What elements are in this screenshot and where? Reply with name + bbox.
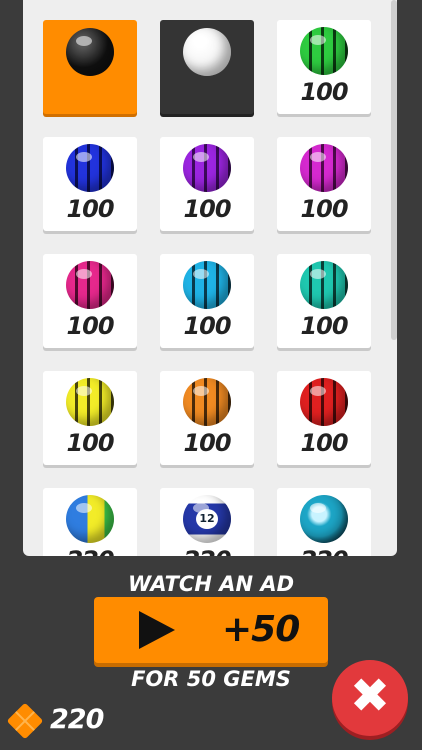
price-label: 220 — [43, 546, 137, 556]
ball-item-magenta-striped-ball[interactable]: 100 — [277, 137, 371, 231]
close-icon: ✖ — [349, 668, 391, 724]
ball-item-cyan-striped-ball[interactable]: 100 — [160, 254, 254, 348]
scrollbar[interactable] — [391, 0, 397, 340]
price-label: 220 — [277, 546, 371, 556]
pink-striped-ball-icon — [66, 261, 114, 309]
red-striped-ball-icon — [300, 378, 348, 426]
ball-item-beach-ball[interactable]: 220 — [43, 488, 137, 556]
ball-item-orange-striped-ball[interactable]: 100 — [160, 371, 254, 465]
ball-grid: 100 100 100 100 100 100 100 100 100 100 220 12 220 22… — [43, 20, 371, 556]
shop-panel: 100 100 100 100 100 100 100 100 100 100 220 12 220 22… — [23, 0, 397, 556]
watch-ad-button[interactable]: +50 — [94, 597, 328, 663]
orange-striped-ball-icon — [183, 378, 231, 426]
white-ball-icon — [183, 28, 231, 76]
magenta-striped-ball-icon — [300, 144, 348, 192]
black-ball-icon — [66, 28, 114, 76]
price-label: 100 — [183, 429, 231, 457]
price-label: 100 — [300, 195, 348, 223]
green-striped-ball-icon — [300, 27, 348, 75]
price-label: 100 — [183, 312, 231, 340]
ball-item-black-ball[interactable] — [43, 20, 137, 114]
ball-item-yellow-striped-ball[interactable]: 100 — [43, 371, 137, 465]
ball-item-red-striped-ball[interactable]: 100 — [277, 371, 371, 465]
teal-striped-ball-icon — [300, 261, 348, 309]
cyan-striped-ball-icon — [183, 261, 231, 309]
price-label: 100 — [300, 429, 348, 457]
price-label: 100 — [66, 312, 114, 340]
purple-striped-ball-icon — [183, 144, 231, 192]
price-label: 220 — [160, 546, 254, 556]
gem-count: 220 — [50, 704, 104, 735]
marble-ball-icon — [300, 495, 348, 543]
price-label: 100 — [300, 312, 348, 340]
ball-item-white-ball[interactable] — [160, 20, 254, 114]
gem-icon — [6, 702, 44, 740]
price-label: 100 — [300, 78, 348, 106]
ad-reward-label: +50 — [222, 609, 300, 650]
ball-item-pink-striped-ball[interactable]: 100 — [43, 254, 137, 348]
beach-ball-icon — [66, 495, 114, 543]
ball-item-purple-striped-ball[interactable]: 100 — [160, 137, 254, 231]
yellow-striped-ball-icon — [66, 378, 114, 426]
pool-ball-12-icon: 12 — [183, 495, 231, 543]
ball-item-marble-ball[interactable]: 220 — [277, 488, 371, 556]
ball-item-green-striped-ball[interactable]: 100 — [277, 20, 371, 114]
ball-item-pool-ball-12[interactable]: 12 220 — [160, 488, 254, 556]
pool-number: 12 — [196, 509, 218, 529]
price-label: 100 — [183, 195, 231, 223]
ball-item-blue-striped-ball[interactable]: 100 — [43, 137, 137, 231]
play-icon — [139, 611, 175, 649]
watch-ad-label: WATCH AN AD — [127, 572, 295, 596]
ball-item-teal-striped-ball[interactable]: 100 — [277, 254, 371, 348]
price-label: 100 — [66, 195, 114, 223]
price-label: 100 — [66, 429, 114, 457]
blue-striped-ball-icon — [66, 144, 114, 192]
close-button[interactable]: ✖ — [332, 660, 408, 736]
